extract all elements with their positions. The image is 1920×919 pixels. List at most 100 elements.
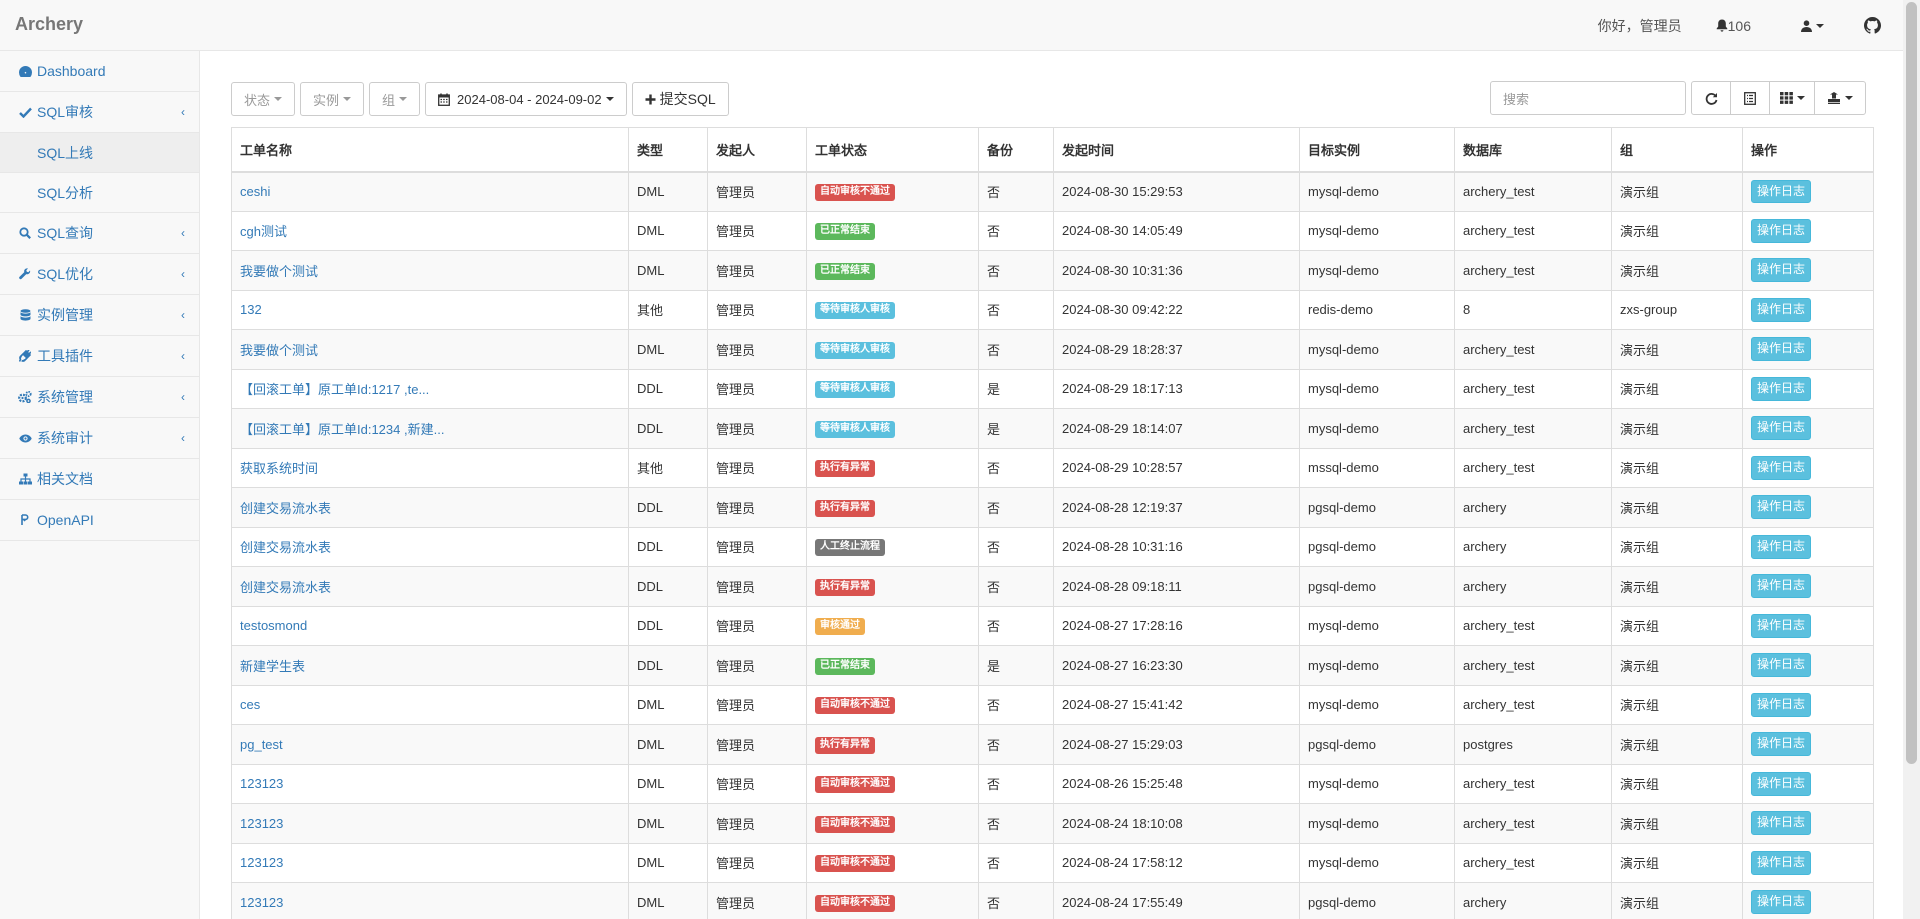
group-filter-dropdown[interactable]: 组 (369, 82, 421, 116)
sidebar-item-tools[interactable]: 工具插件 ‹ (0, 336, 199, 377)
column-header[interactable]: 发起时间 (1053, 127, 1300, 173)
instance-filter-dropdown[interactable]: 实例 (300, 82, 365, 116)
date-range-picker[interactable]: 2024-08-04 - 2024-09-02 (425, 82, 627, 116)
workflow-link[interactable]: 123123 (240, 855, 283, 870)
cell-group: 演示组 (1611, 526, 1743, 567)
action-log-button[interactable]: 操作日志 (1751, 653, 1812, 678)
sidebar-item-docs[interactable]: 相关文档 (0, 459, 199, 500)
brand-logo[interactable]: Archery (15, 14, 83, 35)
workflow-link[interactable]: testosmond (240, 618, 307, 633)
action-log-button[interactable]: 操作日志 (1751, 811, 1812, 836)
workflow-link[interactable]: 创建交易流水表 (240, 580, 331, 595)
workflow-link[interactable]: 获取系统时间 (240, 461, 318, 476)
scrollbar-thumb[interactable] (1906, 2, 1917, 764)
action-log-button[interactable]: 操作日志 (1751, 534, 1812, 559)
columns-dropdown-button[interactable] (1769, 81, 1815, 115)
cell-backup: 否 (978, 329, 1054, 370)
action-log-button[interactable]: 操作日志 (1751, 376, 1812, 401)
table-row[interactable]: 123123 DML 管理员 自动审核不通过 否 2024-08-26 15:25:48 m… (231, 763, 1874, 804)
table-row[interactable]: 新建学生表 DDL 管理员 已正常结束 是 2024-08-27 16:23:30 mysq… (231, 645, 1874, 686)
table-row[interactable]: 【回滚工单】原工单Id:1217 ,te... DDL 管理员 等待审核人审核 是 202… (231, 368, 1874, 409)
table-row[interactable]: pg_test DML 管理员 执行有异常 否 2024-08-27 15:29:03 pg… (231, 724, 1874, 765)
sidebar-item-sql-optimize[interactable]: SQL优化 ‹ (0, 254, 199, 295)
sidebar-item-system-mgmt[interactable]: 系统管理 ‹ (0, 377, 199, 418)
column-header[interactable]: 组 (1611, 127, 1743, 173)
vertical-scrollbar[interactable] (1903, 0, 1920, 919)
action-log-button[interactable]: 操作日志 (1751, 495, 1812, 520)
user-menu[interactable] (1801, 19, 1824, 32)
workflow-link[interactable]: ces (240, 697, 260, 712)
search-input[interactable]: 搜索 (1490, 81, 1686, 115)
github-link[interactable] (1864, 17, 1881, 34)
workflow-link[interactable]: 【回滚工单】原工单Id:1234 ,新建... (240, 422, 444, 437)
submit-sql-button[interactable]: 提交SQL (631, 82, 729, 116)
workflow-link[interactable]: cgh测试 (240, 224, 287, 239)
table-row[interactable]: 我要做个测试 DML 管理员 等待审核人审核 否 2024-08-29 18:28:37 m… (231, 329, 1874, 370)
table-row[interactable]: 【回滚工单】原工单Id:1234 ,新建... DDL 管理员 等待审核人审核 是 202… (231, 408, 1874, 449)
action-log-button[interactable]: 操作日志 (1751, 258, 1812, 283)
column-header[interactable]: 工单名称 (231, 127, 629, 173)
workflow-link[interactable]: 【回滚工单】原工单Id:1217 ,te... (240, 382, 429, 397)
column-header[interactable]: 备份 (978, 127, 1054, 173)
column-header[interactable]: 数据库 (1454, 127, 1612, 173)
refresh-button[interactable] (1691, 81, 1731, 115)
table-row[interactable]: 123123 DML 管理员 自动审核不通过 否 2024-08-24 18:10:08 m… (231, 803, 1874, 844)
action-log-button[interactable]: 操作日志 (1751, 850, 1812, 875)
workflow-link[interactable]: 123123 (240, 776, 283, 791)
table-row[interactable]: 创建交易流水表 DDL 管理员 执行有异常 否 2024-08-28 12:19:37 pg… (231, 487, 1874, 528)
action-log-button[interactable]: 操作日志 (1751, 337, 1812, 362)
action-log-button[interactable]: 操作日志 (1751, 574, 1812, 599)
sidebar-item-instance-mgmt[interactable]: 实例管理 ‹ (0, 295, 199, 336)
status-filter-dropdown[interactable]: 状态 (231, 82, 296, 116)
action-log-button[interactable]: 操作日志 (1751, 179, 1812, 204)
workflow-link[interactable]: 我要做个测试 (240, 264, 318, 279)
table-row[interactable]: 获取系统时间 其他 管理员 执行有异常 否 2024-08-29 10:28:57 mssq… (231, 447, 1874, 488)
export-dropdown-button[interactable] (1814, 81, 1866, 115)
workflow-link[interactable]: 123123 (240, 816, 283, 831)
action-log-button[interactable]: 操作日志 (1751, 732, 1812, 757)
table-row[interactable]: 132 其他 管理员 等待审核人审核 否 2024-08-30 09:42:22 redis… (231, 289, 1874, 330)
table-row[interactable]: ceshi DML 管理员 自动审核不通过 否 2024-08-30 15:29:53 my… (231, 171, 1874, 212)
action-log-button[interactable]: 操作日志 (1751, 455, 1812, 480)
sidebar-item-openapi[interactable]: OpenAPI (0, 500, 199, 541)
workflow-link[interactable]: ceshi (240, 184, 270, 199)
table-row[interactable]: 123123 DML 管理员 自动审核不通过 否 2024-08-24 17:55:49 p… (231, 882, 1874, 919)
table-row[interactable]: testosmond DDL 管理员 审核通过 否 2024-08-27 17:28:16… (231, 605, 1874, 646)
workflow-link[interactable]: 132 (240, 302, 262, 317)
action-log-button[interactable]: 操作日志 (1751, 297, 1812, 322)
action-log-button[interactable]: 操作日志 (1751, 218, 1812, 243)
table-row[interactable]: cgh测试 DML 管理员 已正常结束 否 2024-08-30 14:05:49 mysq… (231, 210, 1874, 251)
workflow-link[interactable]: pg_test (240, 737, 283, 752)
column-header[interactable]: 发起人 (707, 127, 807, 173)
workflow-link[interactable]: 创建交易流水表 (240, 501, 331, 516)
sidebar-item-sql-query[interactable]: SQL查询 ‹ (0, 213, 199, 254)
action-log-button[interactable]: 操作日志 (1751, 416, 1812, 441)
sidebar-item-sql-review[interactable]: SQL审核 ‹ (0, 92, 199, 133)
notification-button[interactable]: 106 (1716, 18, 1751, 34)
action-log-button[interactable]: 操作日志 (1751, 613, 1812, 638)
table-row[interactable]: 创建交易流水表 DDL 管理员 执行有异常 否 2024-08-28 09:18:11 pg… (231, 566, 1874, 607)
action-log-button[interactable]: 操作日志 (1751, 890, 1812, 915)
workflow-link[interactable]: 我要做个测试 (240, 343, 318, 358)
action-log-button[interactable]: 操作日志 (1751, 771, 1812, 796)
cell-type: DML (628, 250, 708, 291)
table-row[interactable]: 123123 DML 管理员 自动审核不通过 否 2024-08-24 17:58:12 m… (231, 842, 1874, 883)
column-header[interactable]: 工单状态 (806, 127, 979, 173)
table-row[interactable]: 创建交易流水表 DDL 管理员 人工终止流程 否 2024-08-28 10:31:16 p… (231, 526, 1874, 567)
column-header[interactable]: 操作 (1742, 127, 1874, 173)
sidebar-item-dashboard[interactable]: Dashboard (0, 51, 199, 92)
table-row[interactable]: ces DML 管理员 自动审核不通过 否 2024-08-27 15:41:42 mysq… (231, 684, 1874, 725)
column-header[interactable]: 类型 (628, 127, 708, 173)
workflow-link[interactable]: 新建学生表 (240, 659, 305, 674)
sidebar-subitem-sql-analysis[interactable]: SQL分析 (0, 173, 199, 213)
toggle-view-button[interactable] (1730, 81, 1770, 115)
action-log-button[interactable]: 操作日志 (1751, 692, 1812, 717)
sidebar-subitem-sql-deploy[interactable]: SQL上线 (0, 133, 199, 173)
workflow-link[interactable]: 123123 (240, 895, 283, 910)
cell-name: 我要做个测试 (231, 329, 629, 370)
table-row[interactable]: 我要做个测试 DML 管理员 已正常结束 否 2024-08-30 10:31:36 mys… (231, 250, 1874, 291)
cell-database: 8 (1454, 289, 1612, 330)
workflow-link[interactable]: 创建交易流水表 (240, 540, 331, 555)
sidebar-item-system-audit[interactable]: 系统审计 ‹ (0, 418, 199, 459)
column-header[interactable]: 目标实例 (1299, 127, 1455, 173)
